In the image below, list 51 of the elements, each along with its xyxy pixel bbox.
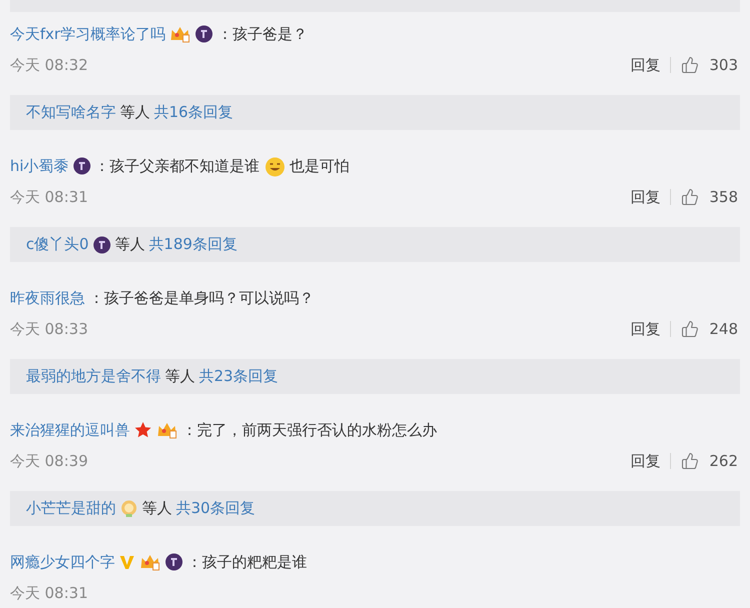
user-name-link[interactable]: 最弱的地方是舍不得 [26, 367, 161, 386]
reply-count-link[interactable]: 共23条回复 [199, 367, 278, 386]
user-name-link[interactable]: c傻丫头0 [26, 235, 89, 254]
comment-text: 也是可怕 [290, 156, 350, 176]
others-label: 等人 [165, 367, 195, 386]
comment-text: ：完了，前两天强行否认的水粉怎么办 [182, 420, 437, 440]
comment-text: ：孩子父亲都不知道是谁 [94, 156, 260, 176]
star-icon [134, 421, 152, 439]
user-name-link[interactable]: 网瘾少女四个字 [10, 552, 115, 572]
verified-v-icon [119, 553, 135, 571]
sun-avatar-icon [120, 500, 138, 518]
reply-link[interactable]: 回复 [630, 320, 660, 338]
user-name-link[interactable]: hi小蜀黍 [10, 156, 69, 176]
reply-count-link[interactable]: 共30条回复 [176, 499, 256, 518]
reply-link[interactable]: 回复 [630, 56, 660, 74]
fan-badge-icon [139, 553, 161, 571]
user-name-link[interactable]: 小芒芒是甜的 [26, 499, 116, 518]
others-label: 等人 [114, 235, 145, 254]
comment-text: ：孩子爸是？ [217, 24, 308, 44]
like-icon[interactable] [681, 56, 700, 74]
comment-time: 今天 08:33 [10, 320, 88, 338]
like-count: 358 [709, 188, 738, 206]
user-name-link[interactable]: 不知写啥名字 [26, 103, 116, 122]
others-label: 等人 [120, 103, 150, 122]
level-badge-icon [72, 157, 91, 175]
grinning-emoji-icon [264, 155, 286, 177]
like-icon[interactable] [681, 188, 700, 206]
like-count: 248 [709, 320, 738, 338]
comment-time: 今天 08:31 [10, 188, 88, 206]
user-name-link[interactable]: 今天fxr学习概率论了吗 [10, 24, 166, 44]
level-badge-icon [195, 25, 214, 43]
fan-badge-icon [156, 421, 178, 439]
comment-time: 今天 08:39 [10, 452, 88, 470]
level-badge-icon [165, 553, 183, 571]
fan-badge-icon [169, 25, 192, 43]
like-count: 303 [709, 56, 738, 74]
like-icon[interactable] [681, 320, 700, 338]
reply-link[interactable]: 回复 [630, 452, 660, 470]
comment-text: ：孩子爸爸是单身吗？可以说吗？ [89, 288, 314, 308]
reply-count-link[interactable]: 共16条回复 [154, 103, 234, 122]
user-name-link[interactable]: 昨夜雨很急 [10, 288, 85, 308]
reply-link[interactable]: 回复 [630, 188, 660, 206]
user-name-link[interactable]: 来治猩猩的逗叫兽 [10, 420, 130, 440]
comment-text: ：孩子的粑粑是谁 [187, 552, 307, 572]
comment-time: 今天 08:32 [10, 56, 88, 74]
comment-time: 今天 08:31 [10, 584, 88, 602]
like-icon[interactable] [681, 452, 700, 470]
reply-count-link[interactable]: 共189条回复 [148, 235, 238, 254]
like-count: 262 [709, 452, 738, 470]
others-label: 等人 [142, 499, 172, 518]
level-badge-icon [92, 236, 111, 254]
